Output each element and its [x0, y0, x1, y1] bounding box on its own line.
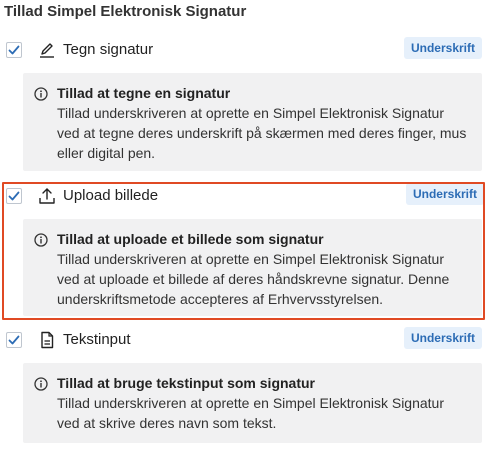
signature-badge: Underskrift	[403, 327, 482, 349]
checkmark-icon	[8, 335, 20, 345]
info-icon	[34, 233, 48, 247]
upload-image-checkbox[interactable]	[6, 188, 22, 204]
text-input-checkbox[interactable]	[6, 332, 22, 348]
checkmark-icon	[8, 191, 20, 201]
info-body: Tillad underskriveren at oprette en Simp…	[57, 105, 467, 161]
upload-image-info: Tillad at uploade et billede som signatu…	[23, 219, 482, 316]
upload-icon	[38, 187, 56, 205]
draw-signature-checkbox[interactable]	[6, 42, 22, 58]
option-label: Tegn signatur	[63, 41, 154, 58]
option-label: Upload billede	[63, 187, 159, 204]
draw-signature-info: Tillad at tegne en signatur Tillad under…	[23, 73, 482, 171]
info-body: Tillad underskriveren at oprette en Simp…	[57, 395, 445, 431]
section-title: Tillad Simpel Elektronisk Signatur	[4, 3, 247, 20]
info-title: Tillad at bruge tekstinput som signatur	[57, 375, 315, 391]
document-icon	[38, 331, 56, 349]
info-title: Tillad at uploade et billede som signatu…	[57, 231, 324, 247]
info-icon	[34, 87, 48, 101]
checkmark-icon	[8, 45, 20, 55]
pen-icon	[38, 41, 56, 59]
text-input-info: Tillad at bruge tekstinput som signatur …	[23, 363, 482, 443]
option-text-input: Tekstinput Underskrift	[6, 327, 482, 353]
signature-badge: Underskrift	[403, 37, 482, 59]
info-icon	[34, 377, 48, 391]
option-draw-signature: Tegn signatur Underskrift	[6, 37, 482, 63]
option-label: Tekstinput	[63, 331, 131, 348]
info-title: Tillad at tegne en signatur	[57, 85, 231, 101]
info-body: Tillad underskriveren at oprette en Simp…	[57, 251, 450, 307]
option-upload-image: Upload billede Underskrift	[6, 183, 484, 209]
signature-badge: Underskrift	[405, 183, 484, 205]
